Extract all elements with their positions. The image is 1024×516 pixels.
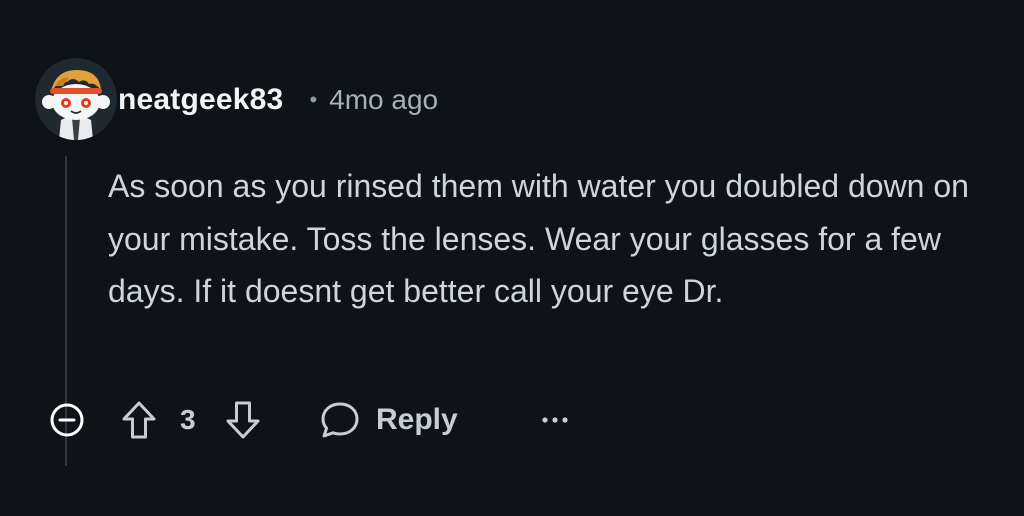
avatar[interactable]: [35, 58, 117, 140]
upvote-button[interactable]: [116, 392, 162, 448]
vote-score: 3: [180, 404, 196, 435]
arrow-down-icon: [226, 401, 260, 439]
meta-separator: •: [309, 87, 318, 112]
reply-label: Reply: [376, 403, 458, 436]
arrow-up-icon: [122, 401, 156, 439]
snoo-avatar-image: [35, 58, 117, 140]
collapse-button[interactable]: [44, 392, 90, 448]
username[interactable]: neatgeek83: [118, 83, 283, 117]
comment: neatgeek83 • 4mo ago As soon as you rins…: [0, 0, 1024, 516]
ellipsis-icon: [542, 417, 568, 423]
more-options-button[interactable]: [532, 392, 578, 448]
comment-body: As soon as you rinsed them with water yo…: [108, 168, 969, 309]
reply-button[interactable]: Reply: [318, 392, 458, 448]
downvote-button[interactable]: [220, 392, 266, 448]
speech-bubble-icon: [321, 402, 359, 438]
comment-header: neatgeek83 • 4mo ago: [118, 80, 438, 120]
minus-circle-icon: [50, 403, 84, 437]
timestamp[interactable]: 4mo ago: [329, 84, 438, 116]
comment-actions: 3 Reply: [44, 392, 604, 448]
